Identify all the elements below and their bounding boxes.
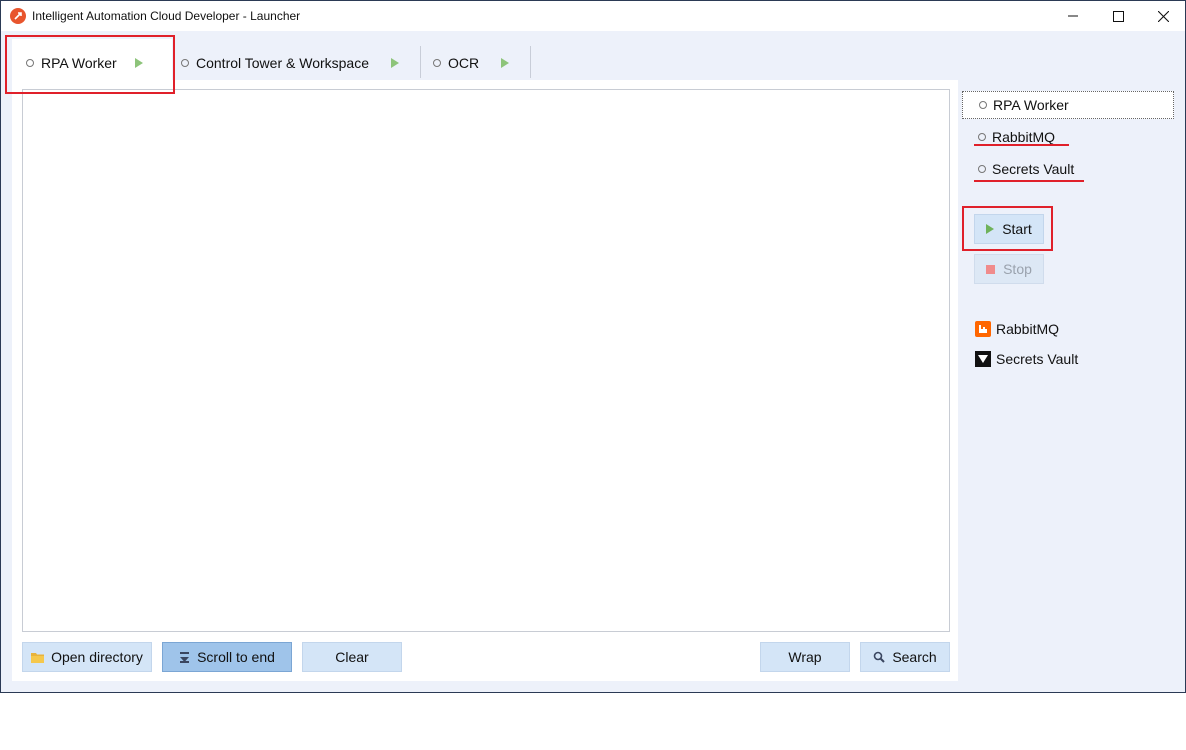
stop-icon [986,264,996,274]
search-button[interactable]: Search [860,642,950,672]
side-item-rpa-worker[interactable]: RPA Worker [962,91,1174,119]
scroll-to-end-button[interactable]: Scroll to end [162,642,292,672]
window-title: Intelligent Automation Cloud Developer -… [32,9,301,23]
vault-icon [975,351,991,367]
tab-bar: RPA Worker Control Tower & Workspace OCR [1,31,1185,87]
status-circle-icon [978,133,986,141]
minimize-button[interactable] [1050,1,1096,31]
side-item-label: Secrets Vault [992,161,1075,177]
tab-divider [530,46,531,78]
wrap-button[interactable]: Wrap [760,642,850,672]
button-label: Open directory [51,649,143,665]
link-label: Secrets Vault [996,351,1079,367]
tab-ocr[interactable]: OCR [433,46,510,80]
search-icon [873,651,886,663]
button-label: Clear [335,649,369,665]
play-icon[interactable] [391,58,399,68]
side-item-rabbitmq[interactable]: RabbitMQ [962,123,1055,151]
tab-divider [420,46,421,78]
highlight-box-rpa-worker-tab [5,35,175,94]
highlight-box-start-button [962,206,1053,251]
button-label: Search [892,649,937,665]
open-directory-button[interactable]: Open directory [22,642,152,672]
minimize-icon [1068,15,1078,17]
close-icon [1157,10,1169,22]
status-circle-icon [433,59,441,67]
clear-button[interactable]: Clear [302,642,402,672]
side-item-label: RPA Worker [993,97,1069,113]
button-label: Stop [1003,261,1032,277]
button-label: Scroll to end [197,649,275,665]
status-circle-icon [181,59,189,67]
title-bar[interactable]: Intelligent Automation Cloud Developer -… [1,1,1185,31]
close-button[interactable] [1140,1,1186,31]
link-label: RabbitMQ [996,321,1060,337]
button-label: Wrap [788,649,822,665]
stop-button[interactable]: Stop [974,254,1044,284]
folder-icon [31,652,45,663]
tab-label: OCR [448,55,480,71]
secrets-vault-link[interactable]: Secrets Vault [975,351,1078,367]
rabbitmq-icon [975,321,991,337]
maximize-button[interactable] [1095,1,1141,31]
scroll-end-icon [179,651,190,663]
underline-rabbitmq [974,144,1069,146]
play-icon[interactable] [501,58,510,68]
maximize-icon [1112,10,1124,22]
rocket-icon [10,8,26,24]
tab-label: Control Tower & Workspace [196,55,369,71]
tab-control-tower-workspace[interactable]: Control Tower & Workspace [181,46,399,80]
side-item-secrets-vault[interactable]: Secrets Vault [962,155,1074,183]
side-item-label: RabbitMQ [992,129,1056,145]
launcher-window: Intelligent Automation Cloud Developer -… [0,0,1186,693]
status-circle-icon [978,165,986,173]
status-circle-icon [979,101,987,109]
underline-secrets-vault [974,180,1084,182]
log-output-area[interactable] [22,89,950,632]
rabbitmq-link[interactable]: RabbitMQ [975,321,1059,337]
